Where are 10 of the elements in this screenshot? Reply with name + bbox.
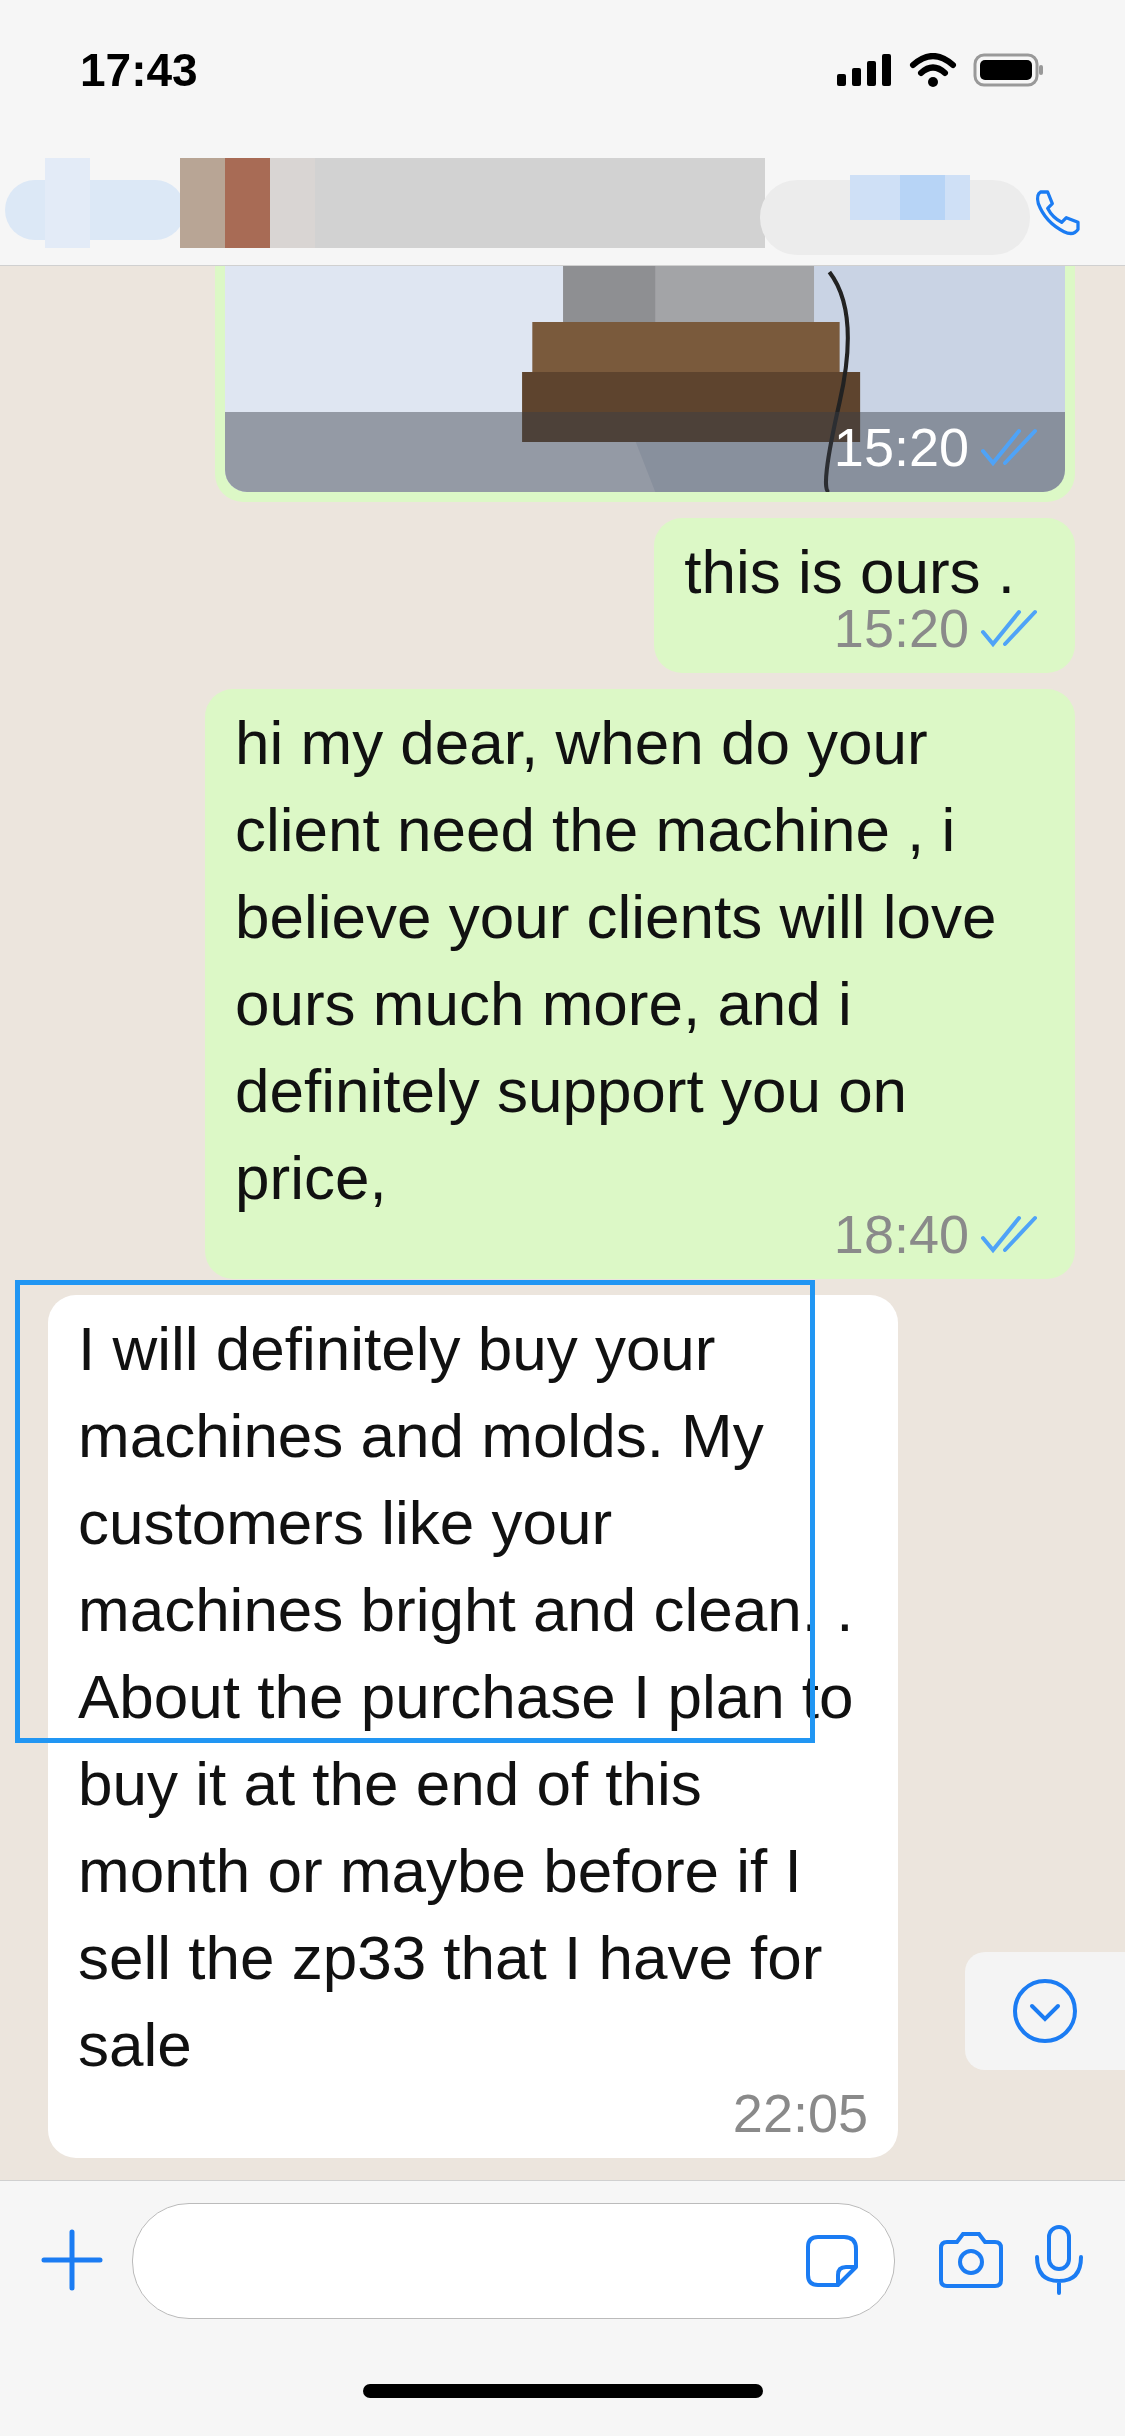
image-message[interactable]: 15:20 — [215, 266, 1075, 502]
message-time: 15:20 — [833, 416, 969, 478]
wifi-icon — [909, 53, 957, 87]
chevron-down-circle-icon[interactable] — [1010, 1976, 1080, 2046]
battery-icon — [973, 53, 1045, 87]
scroll-down-button[interactable] — [965, 1952, 1125, 2070]
signal-icon — [837, 54, 893, 86]
clock: 17:43 — [80, 43, 198, 97]
message-time: 22:05 — [732, 2082, 868, 2144]
sticker-icon[interactable] — [804, 2233, 860, 2289]
